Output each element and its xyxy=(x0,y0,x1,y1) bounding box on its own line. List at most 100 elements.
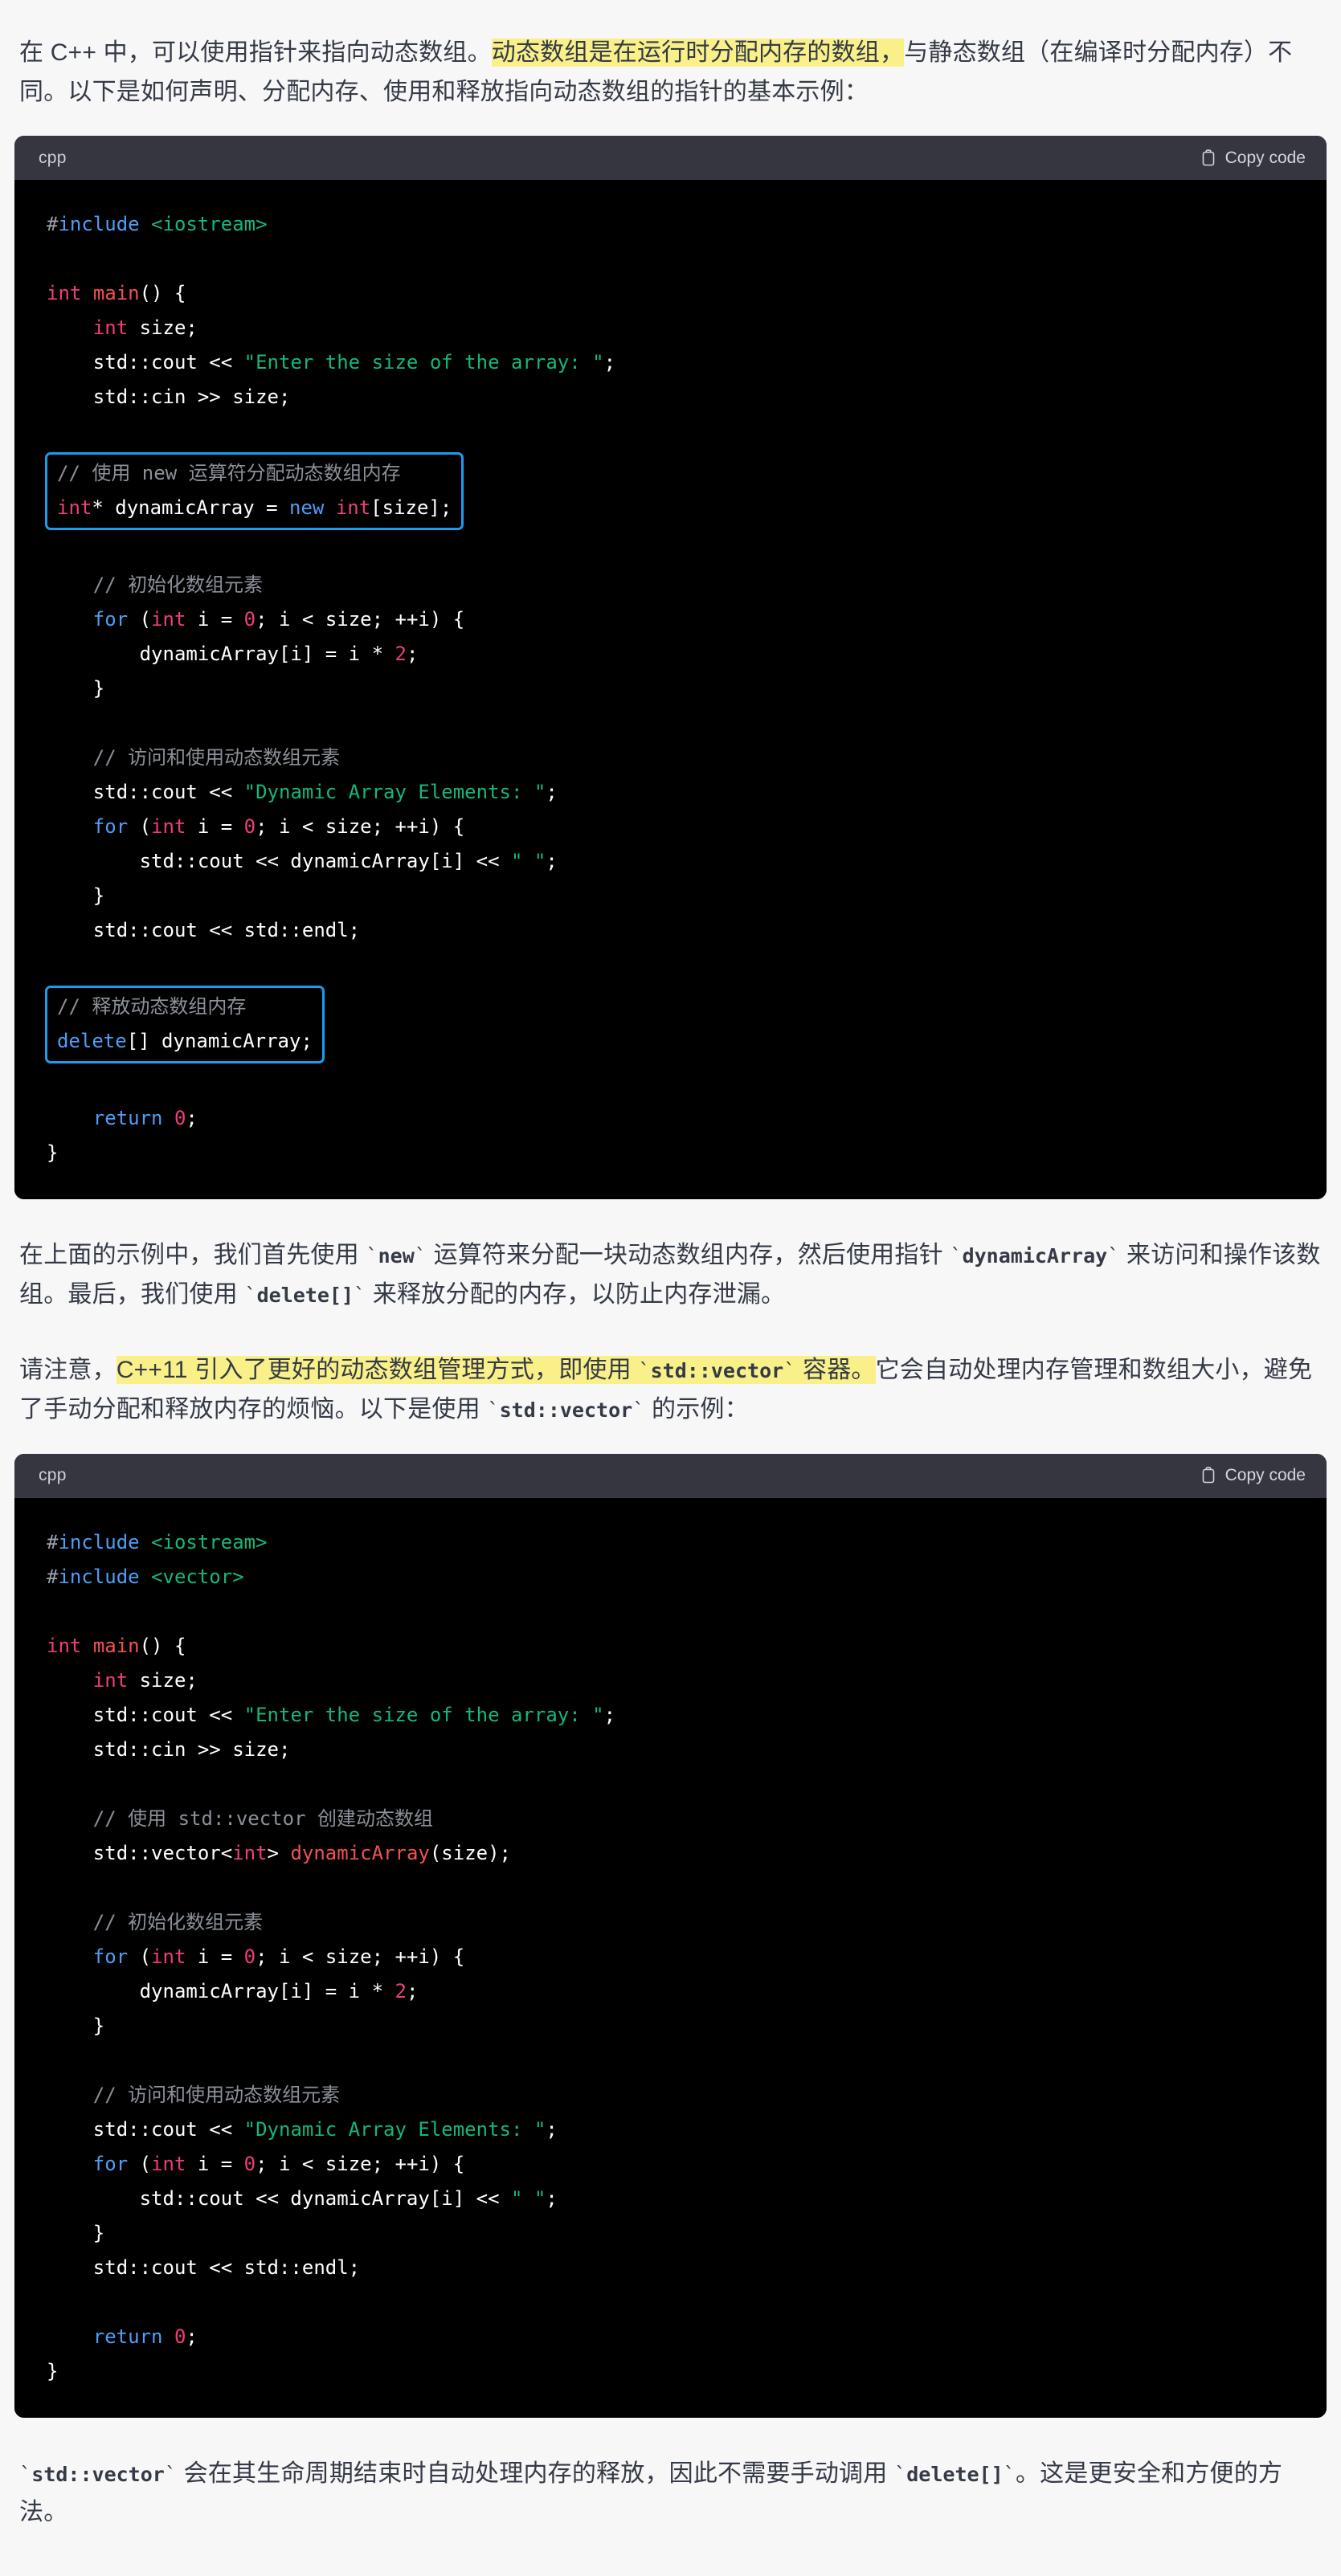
code-line: std::cout << "Enter the size of the arra… xyxy=(47,351,616,374)
paragraph-after-code-1: 在上面的示例中，我们首先使用 `new` 运算符来分配一块动态数组内存，然后使用… xyxy=(0,1236,1341,1314)
note-text-a: 请注意， xyxy=(19,1357,117,1384)
copy-code-button-1[interactable]: Copy code xyxy=(1200,149,1306,168)
code-line: std::cin >> size; xyxy=(47,1737,291,1761)
backtick-open-4: ` xyxy=(638,1359,651,1383)
code-line: return 0; xyxy=(92,2325,198,2348)
backtick-close-3: ` xyxy=(354,1283,366,1307)
text-d: 来释放分配的内存，以防止内存泄漏。 xyxy=(366,1280,786,1308)
copy-code-label-1: Copy code xyxy=(1224,148,1306,167)
code-line: } xyxy=(47,2359,59,2382)
backtick-close-6: ` xyxy=(164,2462,178,2486)
code-lang-label-1: cpp xyxy=(39,148,67,167)
copy-code-label-2: Copy code xyxy=(1224,1466,1306,1485)
backtick-open-5: ` xyxy=(487,1398,500,1422)
note-highlight: C++11 引入了更好的动态数组管理方式，即使用 `std::vector` 容… xyxy=(116,1356,876,1385)
code-line: // 使用 new 运算符分配动态数组内存 xyxy=(57,462,401,485)
code-line: delete[] dynamicArray; xyxy=(57,1030,313,1053)
code-line: std::cout << "Enter the size of the arra… xyxy=(47,1703,616,1726)
backtick-close-5: ` xyxy=(632,1398,645,1422)
code-line: dynamicArray[i] = i * 2; xyxy=(47,1979,419,2002)
backtick-open-7: ` xyxy=(893,2462,907,2486)
code-line: } xyxy=(47,2014,105,2037)
code-line: std::cout << "Dynamic Array Elements: "; xyxy=(47,2117,558,2141)
inline-code-dynamicarray: dynamicArray xyxy=(962,1244,1108,1268)
backtick-close-2: ` xyxy=(1107,1244,1120,1268)
code-line: std::cout << dynamicArray[i] << " "; xyxy=(47,850,558,873)
backtick-open-1: ` xyxy=(366,1244,378,1268)
inline-code-vector-3: std::vector xyxy=(31,2462,165,2486)
code-line: // 访问和使用动态数组元素 xyxy=(92,2083,341,2106)
note-paragraph: 请注意，C++11 引入了更好的动态数组管理方式，即使用 `std::vecto… xyxy=(0,1351,1341,1429)
code-line: std::cout << dynamicArray[i] << " "; xyxy=(47,2186,558,2210)
code-line: for (int i = 0; i < size; ++i) { xyxy=(92,2152,465,2175)
chat-answer-page: 在 C++ 中，可以使用指针来指向动态数组。动态数组是在运行时分配内存的数组，与… xyxy=(0,24,1341,2552)
intro-highlight: 动态数组是在运行时分配内存的数组， xyxy=(491,39,905,67)
code-block-2-header: cpp Copy code xyxy=(14,1453,1327,1498)
code-line: std::vector<int> dynamicArray(size); xyxy=(47,1841,511,1864)
backtick-close-1: ` xyxy=(414,1244,427,1268)
code-line: } xyxy=(47,884,105,908)
code-line: } xyxy=(47,2221,105,2244)
code-line: for (int i = 0; i < size; ++i) { xyxy=(92,1945,465,1968)
code-line: } xyxy=(47,1141,59,1165)
backtick-open-2: ` xyxy=(950,1244,963,1268)
code-line: #include <vector> xyxy=(47,1565,244,1588)
code-line: int size; xyxy=(92,1668,198,1692)
code-line: #include <iostream> xyxy=(47,1530,268,1553)
code-block-2-body[interactable]: #include <iostream> #include <vector> in… xyxy=(14,1497,1327,2418)
text-b: 运算符来分配一块动态数组内存，然后使用指针 xyxy=(427,1242,951,1269)
intro-text-a: 在 C++ 中，可以使用指针来指向动态数组。 xyxy=(19,39,492,66)
code-line: } xyxy=(47,677,105,700)
code-line: // 释放动态数组内存 xyxy=(57,995,247,1019)
clipboard-icon xyxy=(1200,1467,1216,1484)
code-line: std::cout << std::endl; xyxy=(47,2256,361,2279)
code-line: std::cout << "Dynamic Array Elements: "; xyxy=(47,781,558,804)
code-line: std::cout << std::endl; xyxy=(47,919,361,942)
free-memory-annotation-box: // 释放动态数组内存 delete[] dynamicArray; xyxy=(45,986,325,1064)
code-block-1-body[interactable]: #include <iostream> int main() { int siz… xyxy=(14,180,1327,1200)
code-line: #include <iostream> xyxy=(47,213,268,236)
copy-code-button-2[interactable]: Copy code xyxy=(1200,1466,1306,1485)
allocate-memory-annotation-box: // 使用 new 运算符分配动态数组内存 int* dynamicArray … xyxy=(45,452,464,531)
note-highlight-a: C++11 引入了更好的动态数组管理方式，即使用 xyxy=(116,1357,639,1384)
code-line: int main() { xyxy=(47,282,186,305)
code-line: // 初始化数组元素 xyxy=(92,574,264,597)
code-line: for (int i = 0; i < size; ++i) { xyxy=(92,815,465,839)
note-highlight-b: 容器。 xyxy=(795,1357,876,1384)
inline-code-delete-2: delete[] xyxy=(906,2462,1004,2486)
code-line: // 使用 std::vector 创建动态数组 xyxy=(92,1806,433,1830)
inline-code-vector-1: std::vector xyxy=(650,1359,784,1383)
backtick-open-3: ` xyxy=(244,1283,257,1307)
code-line: dynamicArray[i] = i * 2; xyxy=(47,643,419,666)
text-a: 在上面的示例中，我们首先使用 xyxy=(19,1242,366,1269)
code-block-1: cpp Copy code #include <iostream> int ma… xyxy=(14,136,1327,1200)
code-line: for (int i = 0; i < size; ++i) { xyxy=(92,608,465,631)
footer-paragraph: `std::vector` 会在其生命周期结束时自动处理内存的释放，因此不需要手… xyxy=(0,2455,1341,2552)
intro-paragraph: 在 C++ 中，可以使用指针来指向动态数组。动态数组是在运行时分配内存的数组，与… xyxy=(0,24,1341,112)
code-block-2: cpp Copy code #include <iostream> #inclu… xyxy=(14,1453,1327,2418)
inline-code-new: new xyxy=(378,1244,415,1268)
clipboard-icon xyxy=(1200,149,1216,167)
code-line: int* dynamicArray = new int[size]; xyxy=(57,496,452,520)
code-line: std::cin >> size; xyxy=(47,386,291,409)
code-block-1-header: cpp Copy code xyxy=(14,136,1327,181)
code-line: return 0; xyxy=(92,1107,198,1130)
inline-code-vector-2: std::vector xyxy=(499,1398,633,1422)
note-text-c: 的示例： xyxy=(644,1395,749,1423)
code-line: int main() { xyxy=(47,1634,186,1657)
backtick-close-4: ` xyxy=(783,1359,796,1383)
code-lang-label-2: cpp xyxy=(39,1466,67,1485)
inline-code-delete: delete[] xyxy=(256,1283,354,1307)
code-line: // 初始化数组元素 xyxy=(92,1910,264,1933)
backtick-close-7: ` xyxy=(1003,2462,1016,2486)
code-line: int size; xyxy=(92,316,198,340)
